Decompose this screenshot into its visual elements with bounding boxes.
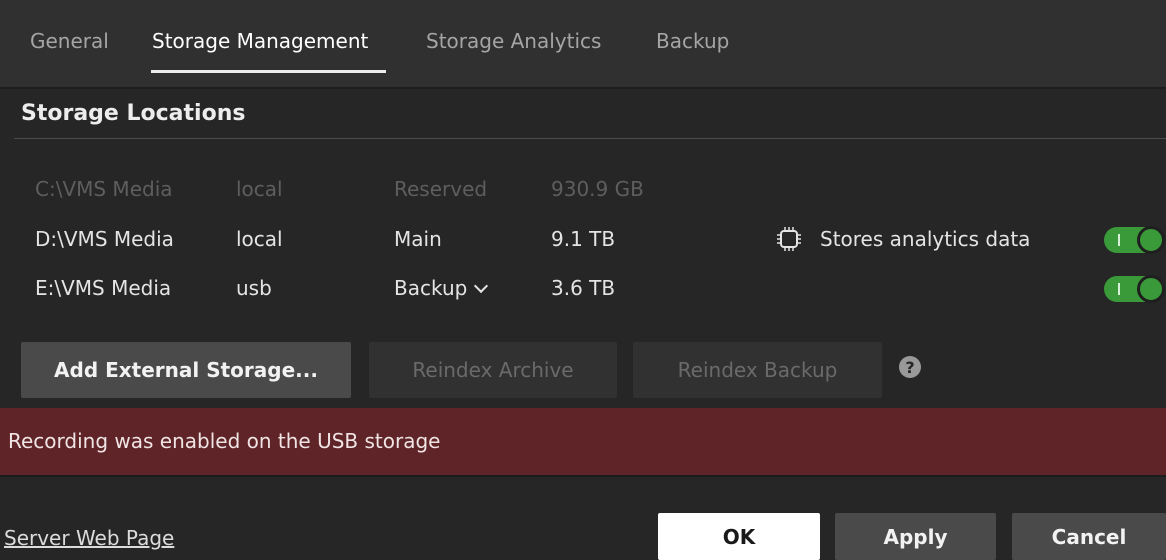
storage-path: D:\VMS Media: [35, 227, 174, 251]
active-tab-indicator: [151, 70, 386, 73]
ok-button[interactable]: OK: [658, 513, 820, 560]
server-web-page-link[interactable]: Server Web Page: [4, 526, 174, 550]
chip-icon: [777, 227, 801, 251]
storage-size: 9.1 TB: [551, 227, 616, 251]
tab-general[interactable]: General: [30, 29, 109, 53]
tab-storage-management[interactable]: Storage Management: [152, 29, 368, 53]
storage-type: local: [236, 177, 283, 201]
section-divider: [14, 138, 1166, 139]
reindex-archive-button[interactable]: Reindex Archive: [369, 342, 617, 398]
toggle-on-mark: [1118, 234, 1120, 246]
toggle-knob: [1137, 275, 1165, 303]
toggle-knob: [1137, 226, 1165, 254]
storage-path: E:\VMS Media: [35, 276, 172, 300]
chevron-down-icon: [474, 278, 489, 294]
tab-bar-divider: [0, 87, 1166, 89]
toggle-on-mark: [1118, 283, 1120, 295]
section-title: Storage Locations: [21, 101, 246, 126]
reindex-backup-button[interactable]: Reindex Backup: [633, 342, 882, 398]
storage-role: Main: [394, 227, 442, 251]
tab-backup[interactable]: Backup: [656, 29, 729, 53]
storage-size: 930.9 GB: [551, 177, 644, 201]
storage-role: Reserved: [394, 177, 488, 201]
storage-toggle[interactable]: [1104, 275, 1165, 303]
analytics-label: Stores analytics data: [820, 227, 1031, 251]
storage-size: 3.6 TB: [551, 276, 616, 300]
alert-divider: [0, 475, 1166, 477]
storage-type: local: [236, 227, 283, 251]
add-external-storage-button[interactable]: Add External Storage...: [21, 342, 351, 398]
storage-type: usb: [236, 276, 272, 300]
analytics-toggle[interactable]: [1104, 226, 1165, 254]
tab-storage-analytics[interactable]: Storage Analytics: [426, 29, 601, 53]
apply-button[interactable]: Apply: [835, 513, 996, 560]
help-icon[interactable]: ?: [899, 356, 921, 378]
cancel-button[interactable]: Cancel: [1012, 513, 1166, 560]
alert-text: Recording was enabled on the USB storage: [8, 429, 441, 453]
storage-role: Backup: [394, 276, 468, 300]
storage-role-dropdown[interactable]: Backup: [394, 276, 489, 300]
storage-path: C:\VMS Media: [35, 177, 173, 201]
